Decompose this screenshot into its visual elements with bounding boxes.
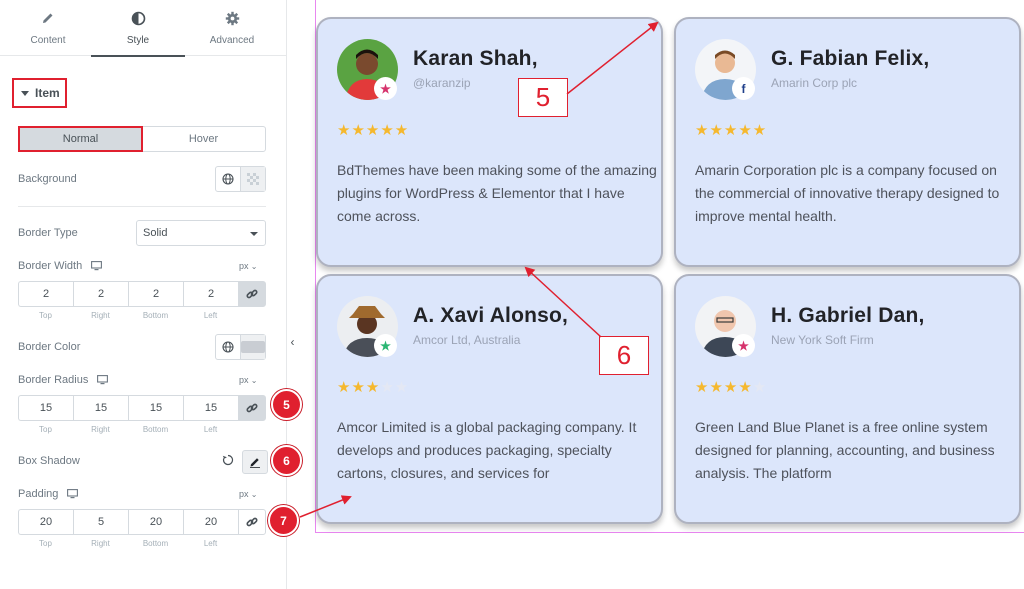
monitor-icon[interactable] [91, 261, 103, 271]
border-width-label: Border Width [18, 260, 103, 272]
panel-tabs: Content Style Advanced [0, 0, 287, 57]
rating-stars: ★★★★★ [337, 379, 410, 396]
border-width-right[interactable] [73, 281, 128, 307]
reset-icon[interactable] [222, 453, 234, 471]
testimonial-text: Amcor Limited is a global packaging comp… [337, 419, 637, 481]
section-item-toggle[interactable]: Item [12, 78, 67, 108]
testimonial-card: ★ Karan Shah, @karanzip ★★★★★ BdThemes h… [316, 17, 663, 267]
tab-content[interactable]: Content [5, 0, 91, 56]
border-radius-unit[interactable]: px [239, 375, 257, 385]
pencil-icon [250, 458, 260, 468]
monitor-icon[interactable] [67, 489, 79, 499]
border-type-label: Border Type [18, 227, 78, 239]
section-title: Item [35, 86, 60, 100]
border-width-inputs [18, 281, 266, 307]
padding-unit[interactable]: px [239, 489, 257, 499]
tab-style[interactable]: Style [91, 0, 185, 57]
rating-stars: ★★★★★ [695, 122, 768, 139]
box-shadow-label: Box Shadow [18, 455, 80, 467]
link-icon[interactable] [238, 509, 266, 535]
star-badge-icon: ★ [374, 334, 397, 357]
border-color-picker [215, 334, 266, 360]
globe-icon[interactable] [216, 167, 240, 191]
padding-captions: Top Right Bottom Left [39, 539, 218, 548]
tab-label: Style [126, 35, 150, 46]
gear-icon [189, 11, 275, 27]
monitor-icon[interactable] [97, 375, 109, 385]
testimonial-card: ★ A. Xavi Alonso, Amcor Ltd, Australia ★… [316, 274, 663, 524]
testimonial-text: Green Land Blue Planet is a free online … [695, 419, 995, 481]
edit-shadow-button[interactable] [242, 450, 268, 474]
padding-label: Padding [18, 488, 79, 500]
star-badge-icon: ★ [374, 77, 397, 100]
state-normal-button[interactable]: Normal [18, 126, 143, 152]
border-width-left[interactable] [183, 281, 238, 307]
client-handle: @karanzip [413, 76, 471, 90]
client-handle: Amcor Ltd, Australia [413, 333, 521, 347]
testimonial-text: BdThemes have been making some of the am… [337, 162, 657, 224]
chevron-left-icon: ‹ [290, 335, 295, 349]
half-circle-icon [95, 11, 181, 27]
padding-left[interactable] [183, 509, 238, 535]
divider [18, 206, 266, 207]
border-width-top[interactable] [18, 281, 73, 307]
border-color-label: Border Color [18, 341, 81, 353]
padding-top[interactable] [18, 509, 73, 535]
border-width-captions: Top Right Bottom Left [39, 311, 218, 320]
client-handle: Amarin Corp plc [771, 76, 858, 90]
border-radius-right[interactable] [73, 395, 128, 421]
link-icon[interactable] [238, 395, 266, 421]
state-hover-button[interactable]: Hover [142, 127, 265, 151]
client-name: G. Fabian Felix, [771, 47, 930, 70]
facebook-icon: f [732, 77, 755, 100]
tab-label: Content [30, 35, 66, 46]
rating-stars: ★★★★★ [337, 122, 410, 139]
step-badge: 6 [271, 445, 302, 476]
testimonial-text: Amarin Corporation plc is a company focu… [695, 162, 1000, 224]
pencil-icon [5, 11, 91, 27]
rating-stars: ★★★★★ [695, 379, 768, 396]
client-name: Karan Shah, [413, 47, 538, 70]
border-radius-inputs [18, 395, 266, 421]
border-radius-captions: Top Right Bottom Left [39, 425, 218, 434]
box-shadow-controls [222, 450, 268, 474]
step-badge: 7 [268, 505, 299, 536]
collapse-panel-toggle[interactable]: ‹ [287, 324, 298, 360]
client-handle: New York Soft Firm [771, 333, 874, 347]
color-swatch[interactable] [240, 335, 265, 359]
padding-right[interactable] [73, 509, 128, 535]
border-width-bottom[interactable] [128, 281, 183, 307]
transparent-swatch-icon[interactable] [240, 167, 265, 191]
annotation-label: 6 [599, 336, 649, 375]
border-radius-left[interactable] [183, 395, 238, 421]
caret-down-icon [21, 90, 29, 96]
chevron-down-icon [250, 232, 258, 236]
testimonial-card: ★ H. Gabriel Dan, New York Soft Firm ★★★… [674, 274, 1021, 524]
client-name: H. Gabriel Dan, [771, 304, 925, 327]
step-badge: 5 [271, 389, 302, 420]
background-type-toggle [215, 166, 266, 192]
border-width-unit[interactable]: px [239, 261, 257, 271]
padding-inputs [18, 509, 266, 535]
star-badge-icon: ★ [732, 334, 755, 357]
border-radius-top[interactable] [18, 395, 73, 421]
link-icon[interactable] [238, 281, 266, 307]
client-name: A. Xavi Alonso, [413, 304, 569, 327]
tab-advanced[interactable]: Advanced [189, 0, 275, 56]
annotation-label: 5 [518, 78, 568, 117]
state-switcher: Normal Hover [18, 126, 266, 152]
globe-icon[interactable] [216, 335, 240, 359]
border-radius-bottom[interactable] [128, 395, 183, 421]
testimonial-card: f G. Fabian Felix, Amarin Corp plc ★★★★★… [674, 17, 1021, 267]
border-radius-label: Border Radius [18, 374, 109, 386]
editor-panel: Content Style Advanced Item Normal Hover… [0, 0, 302, 589]
background-label: Background [18, 173, 77, 185]
tab-label: Advanced [209, 35, 255, 46]
padding-bottom[interactable] [128, 509, 183, 535]
border-type-select[interactable]: Solid [136, 220, 266, 246]
